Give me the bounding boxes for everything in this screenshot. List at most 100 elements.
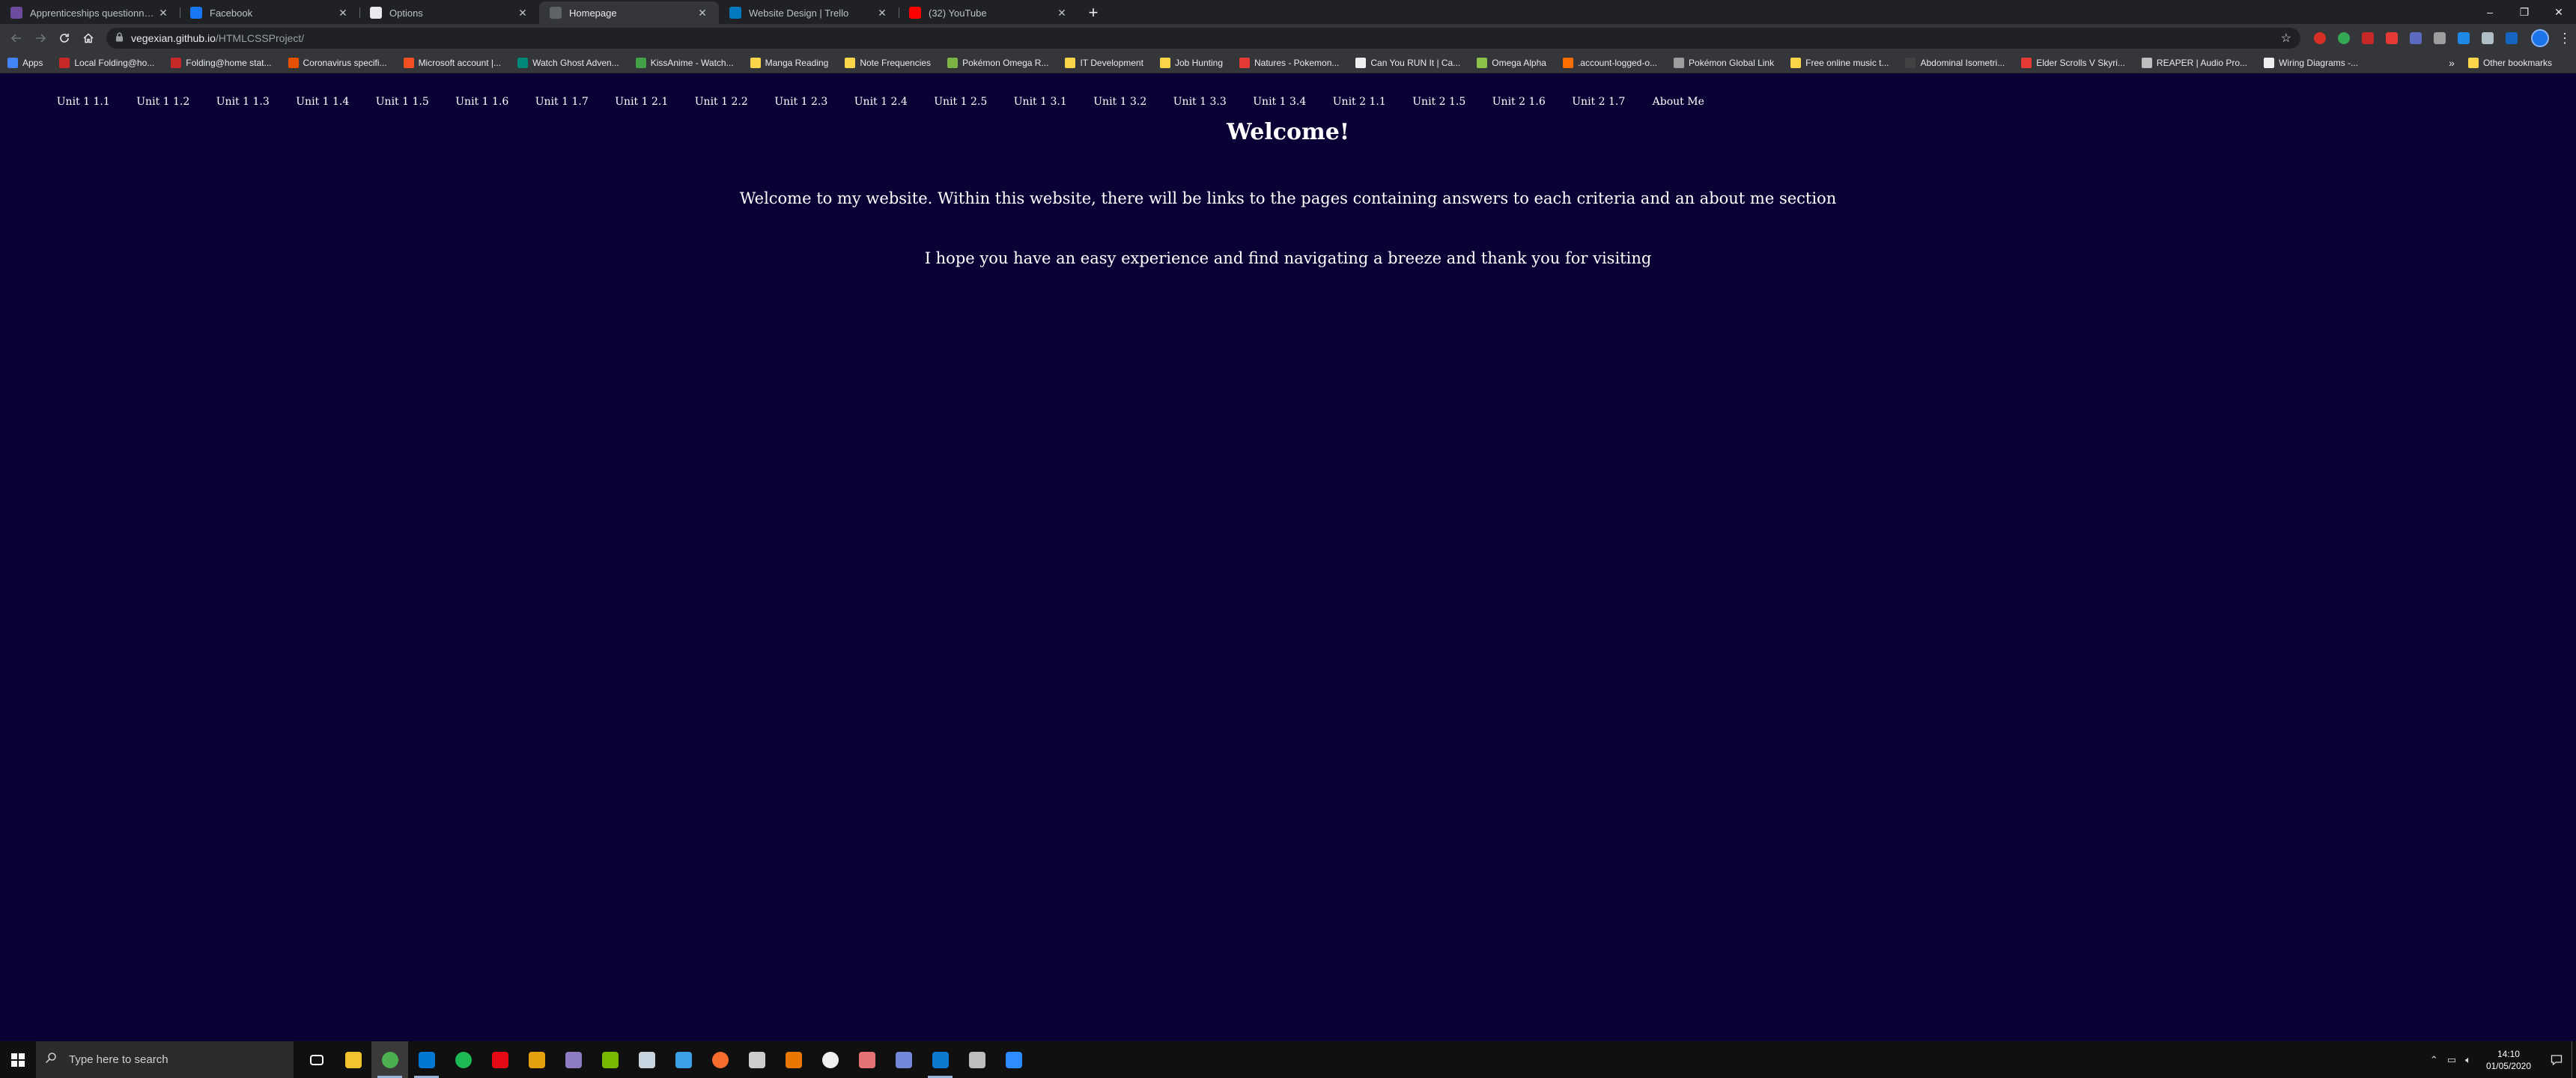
bookmark-item[interactable]: Note Frequencies — [845, 57, 931, 68]
bookmark-item[interactable]: Manga Reading — [750, 57, 828, 68]
bookmarks-overflow-button[interactable]: » — [2449, 57, 2455, 69]
extension-record-icon[interactable] — [2362, 32, 2374, 44]
site-nav-link[interactable]: Unit 2 1.5 — [1400, 96, 1480, 108]
taskbar-app-button[interactable] — [371, 1041, 408, 1078]
start-button[interactable] — [0, 1041, 36, 1078]
bookmark-item[interactable]: Natures - Pokemon... — [1239, 57, 1339, 68]
taskbar-app-button[interactable] — [848, 1041, 885, 1078]
extension-blue-icon[interactable] — [2458, 32, 2470, 44]
taskbar-app-button[interactable] — [922, 1041, 959, 1078]
extension-green-icon[interactable] — [2338, 32, 2350, 44]
site-nav-link[interactable]: Unit 1 2.2 — [681, 96, 762, 108]
site-nav-link[interactable]: Unit 1 1.4 — [283, 96, 363, 108]
taskbar-app-button[interactable] — [408, 1041, 445, 1078]
site-nav-link[interactable]: Unit 1 1.5 — [362, 96, 443, 108]
close-tab-icon[interactable]: ✕ — [696, 7, 708, 19]
site-nav-link[interactable]: Unit 1 2.3 — [762, 96, 842, 108]
taskbar-app-button[interactable] — [885, 1041, 922, 1078]
bookmark-item[interactable]: Free online music t... — [1790, 57, 1889, 68]
taskbar-app-button[interactable] — [592, 1041, 628, 1078]
site-nav-link[interactable]: Unit 1 3.1 — [1000, 96, 1081, 108]
site-nav-link[interactable]: Unit 1 1.3 — [203, 96, 283, 108]
bookmark-item[interactable]: Coronavirus specifi... — [288, 57, 387, 68]
bookmark-item[interactable]: Apps — [7, 57, 43, 68]
notifications-icon[interactable] — [2542, 1041, 2572, 1078]
site-nav-link[interactable]: Unit 1 2.1 — [602, 96, 682, 108]
extension-grey-icon[interactable] — [2434, 32, 2446, 44]
bookmark-item[interactable]: .account-logged-o... — [1562, 57, 1657, 68]
site-nav-link[interactable]: Unit 1 1.1 — [43, 96, 124, 108]
close-window-button[interactable]: ✕ — [2542, 0, 2576, 24]
taskbar-app-button[interactable] — [959, 1041, 995, 1078]
minimize-button[interactable]: – — [2473, 0, 2507, 24]
site-nav-link[interactable]: Unit 1 3.2 — [1081, 96, 1161, 108]
home-button[interactable] — [78, 28, 99, 49]
close-tab-icon[interactable]: ✕ — [1056, 7, 1068, 19]
site-nav-link[interactable]: Unit 1 1.2 — [124, 96, 204, 108]
bookmark-item[interactable]: KissAnime - Watch... — [635, 57, 734, 68]
close-tab-icon[interactable]: ✕ — [157, 7, 169, 19]
bookmark-item[interactable]: Pokémon Omega R... — [947, 57, 1048, 68]
reload-button[interactable] — [54, 28, 75, 49]
extension-youtube-icon[interactable] — [2386, 32, 2398, 44]
bookmark-star-icon[interactable]: ☆ — [2281, 31, 2291, 46]
forward-button[interactable] — [30, 28, 51, 49]
bookmark-item[interactable]: REAPER | Audio Pro... — [2141, 57, 2247, 68]
bookmark-item[interactable]: Pokémon Global Link — [1674, 57, 1774, 68]
other-bookmarks-folder[interactable]: Other bookmarks — [2467, 57, 2552, 68]
bookmark-item[interactable]: Elder Scrolls V Skyri... — [2021, 57, 2125, 68]
site-nav-link[interactable]: About Me — [1638, 96, 1719, 108]
chrome-menu-icon[interactable]: ⋮ — [2558, 31, 2572, 46]
site-nav-link[interactable]: Unit 2 1.7 — [1559, 96, 1639, 108]
close-tab-icon[interactable]: ✕ — [876, 7, 888, 19]
extension-lightgrey-icon[interactable] — [2482, 32, 2494, 44]
site-nav-link[interactable]: Unit 2 1.6 — [1479, 96, 1559, 108]
bookmark-item[interactable]: IT Development — [1065, 57, 1143, 68]
taskbar-app-button[interactable] — [335, 1041, 371, 1078]
clock[interactable]: 14:10 01/05/2020 — [2486, 1048, 2531, 1072]
taskbar-app-button[interactable] — [775, 1041, 812, 1078]
extension-red-icon[interactable] — [2314, 32, 2326, 44]
taskbar-app-button[interactable] — [518, 1041, 555, 1078]
site-nav-link[interactable]: Unit 2 1.1 — [1319, 96, 1400, 108]
browser-tab[interactable]: Homepage ✕ — [539, 1, 719, 24]
taskbar-app-button[interactable] — [445, 1041, 482, 1078]
taskbar-app-button[interactable] — [555, 1041, 592, 1078]
bookmark-item[interactable]: Omega Alpha — [1477, 57, 1546, 68]
taskbar-app-button[interactable] — [812, 1041, 848, 1078]
restore-button[interactable]: ❐ — [2507, 0, 2542, 24]
browser-tab[interactable]: (32) YouTube ✕ — [899, 1, 1078, 24]
close-tab-icon[interactable]: ✕ — [517, 7, 529, 19]
show-desktop-button[interactable] — [2572, 1041, 2576, 1078]
bookmark-item[interactable]: Can You RUN It | Ca... — [1355, 57, 1460, 68]
taskbar-app-button[interactable] — [482, 1041, 518, 1078]
bookmark-item[interactable]: Local Folding@ho... — [59, 57, 154, 68]
close-tab-icon[interactable]: ✕ — [337, 7, 349, 19]
browser-tab[interactable]: Apprenticeships questionnaire ✕ — [0, 1, 180, 24]
bookmark-item[interactable]: Watch Ghost Adven... — [517, 57, 619, 68]
taskbar-app-button[interactable] — [628, 1041, 665, 1078]
taskbar-app-button[interactable] — [995, 1041, 1032, 1078]
back-button[interactable] — [6, 28, 27, 49]
lock-icon[interactable] — [115, 32, 124, 44]
bookmark-item[interactable]: Microsoft account |... — [403, 57, 501, 68]
extension-purple-icon[interactable] — [2410, 32, 2422, 44]
browser-tab[interactable]: Facebook ✕ — [180, 1, 359, 24]
network-icon[interactable]: ▭ — [2447, 1054, 2456, 1066]
site-nav-link[interactable]: Unit 1 1.6 — [443, 96, 523, 108]
bookmark-item[interactable]: Folding@home stat... — [171, 57, 272, 68]
taskbar-app-button[interactable] — [738, 1041, 775, 1078]
tray-overflow-icon[interactable]: ⌃ — [2430, 1054, 2438, 1066]
taskbar-app-button[interactable] — [702, 1041, 738, 1078]
site-nav-link[interactable]: Unit 1 3.4 — [1240, 96, 1320, 108]
browser-tab[interactable]: Options ✕ — [359, 1, 539, 24]
taskbar-app-button[interactable] — [298, 1041, 335, 1078]
site-nav-link[interactable]: Unit 1 1.7 — [522, 96, 602, 108]
profile-avatar[interactable] — [2531, 29, 2549, 47]
bookmark-item[interactable]: Job Hunting — [1159, 57, 1223, 68]
extension-darkblue-icon[interactable] — [2506, 32, 2518, 44]
address-bar[interactable]: vegexian.github.io/HTMLCSSProject/ ☆ — [106, 28, 2300, 49]
bookmark-item[interactable]: Wiring Diagrams -... — [2264, 57, 2358, 68]
new-tab-button[interactable]: + — [1083, 2, 1104, 23]
site-nav-link[interactable]: Unit 1 2.4 — [841, 96, 921, 108]
